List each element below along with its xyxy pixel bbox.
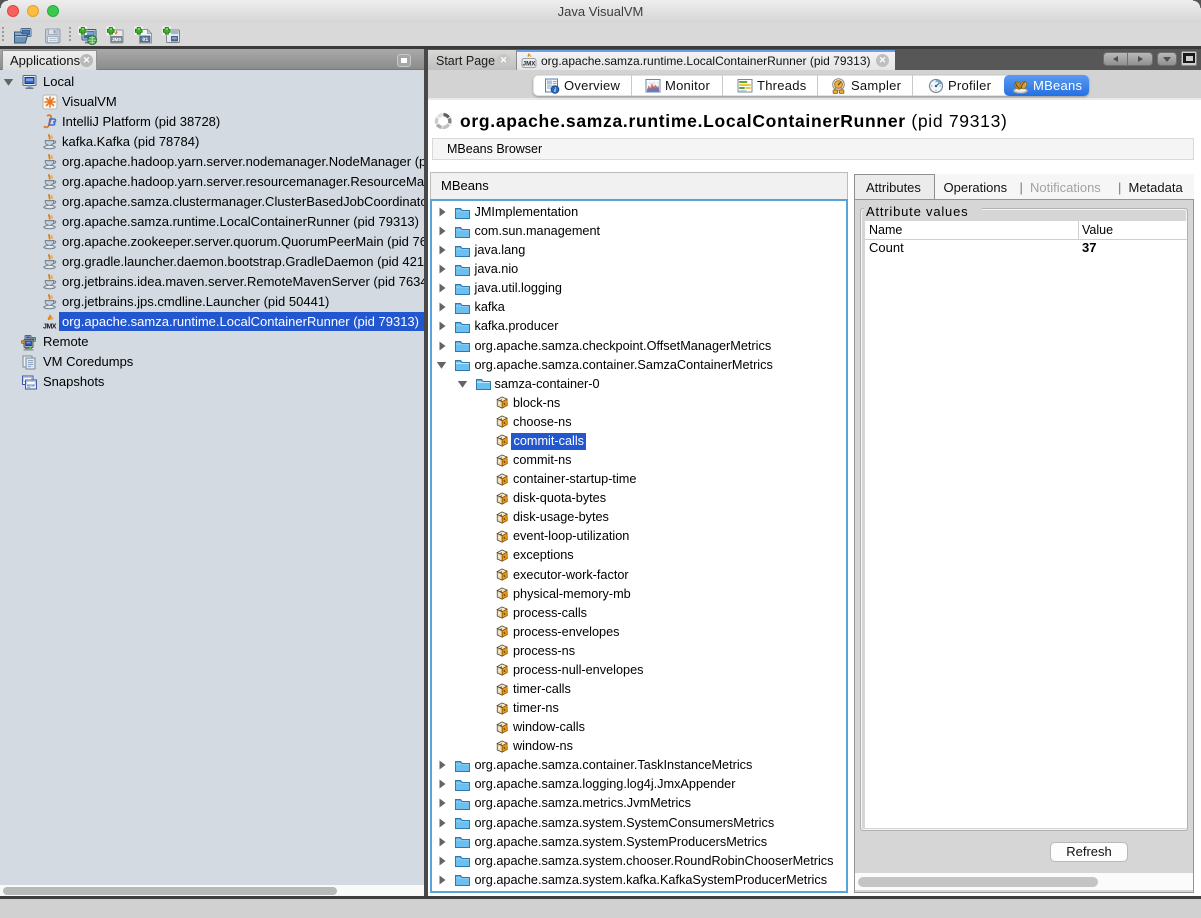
svg-text:i: i (554, 87, 556, 94)
svg-text:JMX: JMX (523, 61, 537, 68)
svg-text:JMX: JMX (43, 324, 57, 331)
